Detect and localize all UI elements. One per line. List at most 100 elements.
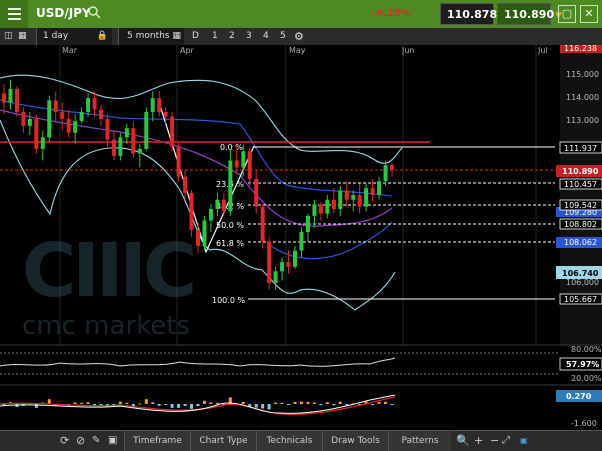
macd-bar (34, 404, 38, 408)
price-tag-fib618: 108.062 (564, 238, 597, 247)
candle-body (377, 181, 382, 196)
macd-bar (390, 404, 394, 405)
grid-icon[interactable]: ▦ (18, 28, 27, 45)
macd-bar (325, 402, 329, 404)
macd-bar (371, 404, 375, 405)
macd-bar (80, 402, 84, 404)
price-tag-fib0: 111.937 (564, 144, 597, 153)
draw-tools-tab[interactable]: Draw Tools (322, 431, 388, 451)
zoom-search-icon[interactable]: 🔍 (456, 431, 470, 451)
candle-body (131, 128, 136, 154)
macd-bar (164, 404, 168, 405)
period-4[interactable]: 4 (263, 28, 269, 45)
macd-bar (241, 401, 245, 404)
candle-body (267, 241, 272, 283)
expand-icon[interactable]: ⤢ (502, 431, 510, 451)
candle-body (338, 190, 343, 209)
candle-body (383, 165, 388, 182)
price-tag-fib100: 105.667 (564, 295, 597, 304)
candle-body (370, 188, 375, 196)
no-entry-icon[interactable]: ⊘ (76, 431, 85, 451)
macd-bar (170, 404, 174, 408)
candle-body (280, 262, 285, 272)
macd-bar (151, 402, 155, 404)
macd-bar (215, 402, 219, 404)
symbol-title[interactable]: USD/JPY (36, 6, 91, 20)
candle-body (34, 118, 39, 149)
price-tag-fib382: 109.542 (564, 201, 597, 210)
price-tick: 113.000 (566, 116, 599, 125)
candle-body (79, 111, 84, 122)
period-d[interactable]: D (192, 28, 199, 45)
range-value: 5 months (127, 31, 170, 41)
candle-body (105, 118, 110, 140)
price-chart[interactable]: Mar Apr May Jun Jul CIIIC cmc markets 0.… (0, 45, 602, 430)
candle-body (163, 111, 168, 117)
candle-body (312, 204, 317, 216)
macd-low-label: -1.600 (571, 419, 597, 428)
candle-body (286, 262, 291, 267)
price-tag-fib50: 108.802 (564, 220, 597, 229)
period-1[interactable]: 1 (212, 28, 218, 45)
candle-body (364, 188, 369, 207)
candle-body (137, 148, 142, 154)
macd-bar (267, 404, 271, 410)
macd-bar (338, 401, 342, 404)
candle-body (40, 137, 45, 149)
restore-icon[interactable]: ▢ (558, 5, 576, 23)
candle-body (196, 229, 200, 246)
macd-bar (312, 402, 316, 404)
macd-bar (125, 402, 129, 404)
candle-body (325, 199, 330, 214)
pencil-icon[interactable]: ✎ (92, 431, 100, 451)
macd-bar (377, 402, 381, 404)
macd-bar (86, 402, 90, 404)
macd-bar (287, 404, 291, 405)
timeframe-tab[interactable]: Timeframe (124, 431, 190, 451)
menu-icon[interactable] (0, 0, 28, 28)
candle-body (344, 190, 349, 200)
candle-body (47, 100, 52, 138)
candle-body (273, 271, 278, 283)
technicals-tab[interactable]: Technicals (256, 431, 322, 451)
settings-gear-icon[interactable]: ⚙ (294, 28, 304, 45)
macd-bar (99, 404, 103, 406)
zoom-in-icon[interactable]: + (474, 431, 483, 451)
price-change: -0.25% (372, 8, 411, 19)
sell-price-button[interactable]: 110.878▼ (440, 3, 505, 25)
interval-select[interactable]: 1 day 🔒 (36, 28, 112, 45)
candle-body (170, 116, 175, 147)
period-3[interactable]: 3 (246, 28, 252, 45)
macd-bar (144, 399, 148, 404)
interval-value: 1 day (43, 31, 69, 41)
candle-body (60, 111, 65, 119)
macd-bar (274, 402, 278, 404)
candle-body (150, 98, 155, 112)
candle-body (27, 118, 32, 126)
price-tag-blue-low: 106.740 (562, 269, 599, 278)
candle-body (202, 220, 207, 246)
candle-body (221, 199, 226, 212)
price-tag-fib236: 110.457 (564, 180, 597, 189)
buy-price-button[interactable]: 110.890▼ (497, 3, 562, 25)
zoom-out-icon[interactable]: − (490, 431, 499, 451)
camera-icon[interactable]: ▣ (108, 431, 117, 451)
panel-toggle-icon[interactable]: ◫ (4, 28, 13, 45)
period-5[interactable]: 5 (280, 28, 286, 45)
patterns-tab[interactable]: Patterns (388, 431, 451, 451)
search-icon[interactable] (88, 6, 101, 19)
candle-body (247, 151, 252, 179)
refresh-icon[interactable]: ⟳ (60, 431, 69, 451)
price-tag-top: 116.238 (564, 45, 597, 53)
candle-body (92, 98, 97, 110)
range-select[interactable]: 5 months ▦ (118, 28, 184, 45)
chart-type-tab[interactable]: Chart Type (190, 431, 256, 451)
macd-bar (293, 401, 297, 404)
candle-body (305, 215, 310, 233)
fullscreen-icon[interactable]: ▣ (520, 431, 528, 451)
close-icon[interactable]: ✕ (580, 5, 598, 23)
price-tag-current: 110.890 (562, 167, 599, 176)
period-2[interactable]: 2 (229, 28, 235, 45)
candle-body (157, 98, 162, 112)
fib-label: 61.8 % (216, 239, 244, 248)
